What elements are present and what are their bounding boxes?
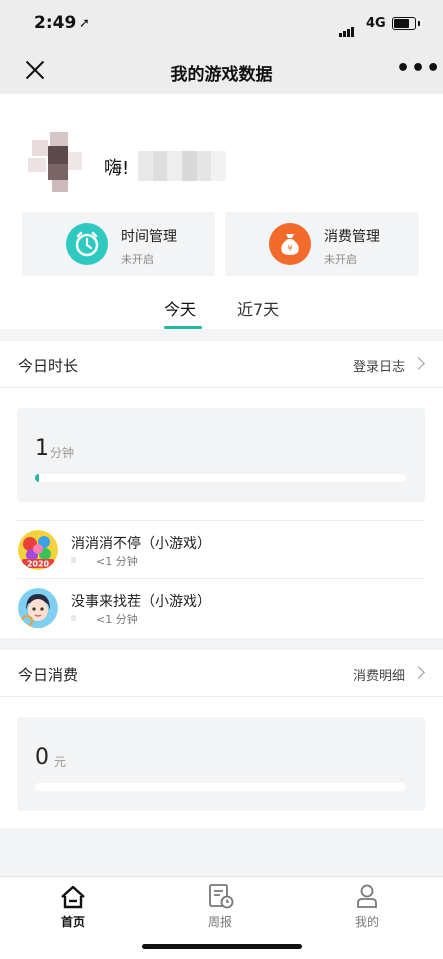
duration-stat-box: 1 分钟: [17, 408, 425, 502]
spend-section-title: 今日消费: [18, 666, 79, 684]
duration-value: 1: [35, 436, 49, 461]
duration-progress-fill: [35, 474, 39, 482]
tab-report-label: 周报: [207, 915, 232, 929]
svg-text:2020: 2020: [27, 560, 50, 569]
game-tag-blurred: [71, 557, 76, 563]
time-management-label: 时间管理: [121, 229, 177, 245]
tab-mine[interactable]: 我的: [327, 877, 407, 937]
spend-management-label: 消费管理: [324, 229, 380, 245]
login-log-link[interactable]: 登录日志: [353, 356, 405, 375]
spend-detail-link[interactable]: 消费明细: [353, 665, 405, 684]
profile-card: 嗨! 时间管理 未开启 ¥ 消费管理 未开启 今天 近7天: [0, 94, 443, 329]
alarm-clock-icon: [66, 223, 108, 265]
tab-last-7-days[interactable]: 近7天: [237, 296, 279, 320]
spend-management-status: 未开启: [324, 253, 357, 266]
more-options-icon[interactable]: •••: [396, 56, 441, 81]
active-tab-indicator: [164, 326, 202, 329]
tab-home-label: 首页: [60, 915, 85, 929]
status-time: 2:49: [34, 13, 77, 33]
tab-today[interactable]: 今天: [164, 296, 196, 320]
spend-unit: 元: [54, 755, 67, 769]
signal-icon: [339, 18, 355, 37]
battery-icon: [392, 17, 420, 30]
list-item[interactable]: 2020 消消消不停（小游戏） <1 分钟: [17, 520, 425, 579]
network-type: 4G: [366, 16, 386, 31]
game-candy-icon: 2020: [18, 530, 58, 570]
spend-value: 0: [35, 745, 49, 770]
game-name: 没事来找茬（小游戏）: [71, 594, 211, 610]
tab-mine-label: 我的: [354, 915, 379, 929]
duration-progress-track: [35, 474, 406, 482]
game-duration: <1 分钟: [96, 555, 138, 568]
page-title: 我的游戏数据: [170, 65, 273, 85]
today-duration-section: 今日时长 登录日志 1 分钟 2020 消消消不停（小游戏） <1 分钟 没事来…: [0, 341, 443, 638]
bottom-tab-bar: 首页 周报 我的: [0, 876, 443, 959]
report-icon: [209, 884, 234, 909]
spend-section-header: 今日消费 消费明细: [0, 650, 443, 697]
today-spend-section: 今日消费 消费明细 0 元: [0, 650, 443, 828]
time-management-card[interactable]: 时间管理 未开启: [22, 212, 215, 276]
time-management-status: 未开启: [121, 253, 154, 266]
username-blurred: [138, 151, 227, 181]
nav-bar: 我的游戏数据 •••: [0, 48, 443, 94]
svg-text:¥: ¥: [287, 244, 292, 253]
home-icon: [61, 885, 85, 909]
status-bar: 2:49 ➚ 4G: [0, 0, 443, 48]
greeting: 嗨!: [104, 158, 130, 179]
tab-home[interactable]: 首页: [33, 877, 113, 937]
spend-management-card[interactable]: ¥ 消费管理 未开启: [225, 212, 419, 276]
spend-stat-box: 0 元: [17, 717, 425, 811]
tab-report[interactable]: 周报: [180, 877, 260, 937]
home-indicator: [142, 944, 302, 949]
game-name: 消消消不停（小游戏）: [71, 536, 211, 552]
person-icon: [357, 884, 377, 908]
duration-unit: 分钟: [50, 446, 75, 460]
list-item[interactable]: 没事来找茬（小游戏） <1 分钟: [17, 578, 425, 637]
avatar: [24, 132, 96, 192]
game-tag-blurred: [71, 615, 76, 621]
money-bag-icon: ¥: [269, 223, 311, 265]
duration-section-title: 今日时长: [18, 357, 79, 375]
game-duration: <1 分钟: [96, 613, 138, 626]
duration-section-header: 今日时长 登录日志: [0, 341, 443, 388]
chevron-right-icon[interactable]: [412, 666, 425, 679]
chevron-right-icon[interactable]: [412, 357, 425, 370]
spend-progress-track: [35, 783, 406, 791]
location-arrow-icon: ➚: [79, 16, 90, 31]
game-girl-icon: [18, 588, 58, 628]
